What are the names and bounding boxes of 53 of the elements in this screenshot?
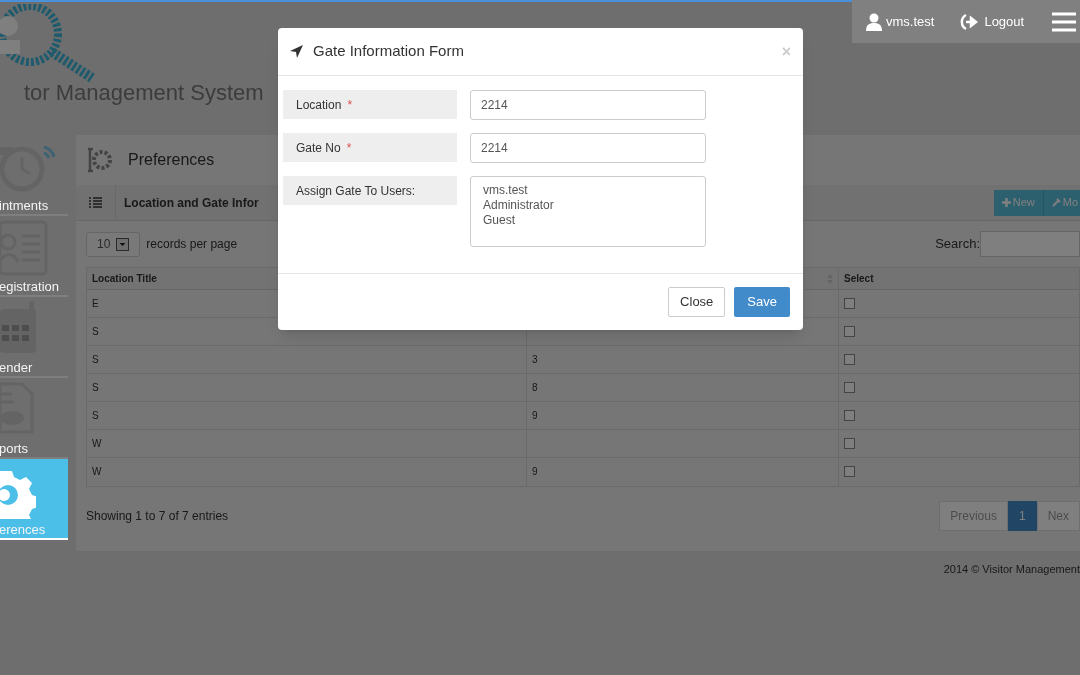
required-mark: * [347,96,353,114]
select-checkbox[interactable] [844,382,855,393]
select-checkbox[interactable] [844,326,855,337]
page-size-select[interactable]: 10 [86,231,141,257]
required-mark: * [346,139,352,157]
field-label-text: Assign Gate To Users: [296,182,416,200]
page-size-label: records per page [146,236,238,253]
users-list-box[interactable]: vms.test Administrator Guest [470,176,706,247]
save-button[interactable]: Save [734,287,790,317]
select-checkbox[interactable] [844,466,855,477]
wrench-icon [1051,198,1061,207]
preferences-icon [86,147,112,173]
sidebar-item[interactable]: intments [0,135,68,216]
select-checkbox[interactable] [844,410,855,421]
list-icon [89,197,102,208]
search-label: Search: [935,235,980,254]
panel-title: Location and Gate Infor [124,194,259,212]
modal-title: Gate Information Form [313,41,464,62]
user-icon [866,12,882,31]
text-field[interactable]: 2214 [470,133,706,163]
column-header[interactable]: Select [839,268,1079,289]
pagination-button[interactable]: 1 [1007,501,1037,531]
plus-icon [1001,198,1011,207]
table-cell: W [87,458,527,486]
select-checkbox[interactable] [844,298,855,309]
logout-button[interactable]: Logout [958,11,1025,32]
page-title: Preferences [128,150,215,170]
table-info: Showing 1 to 7 of 7 entries [86,508,229,525]
field-label-text: Location [296,96,342,114]
table-cell: S [87,402,527,429]
table-cell: W [87,430,527,457]
sidebar-item[interactable]: egistration [0,216,68,297]
table-cell: 8 [527,374,839,401]
logo-icon [0,4,96,84]
caret-icon [116,237,130,251]
list-option[interactable]: Guest [483,213,693,228]
search-field[interactable] [980,231,1080,257]
field-label-text: Gate No [296,139,341,157]
list-option[interactable]: vms.test [483,183,693,198]
list-option[interactable]: Administrator [483,198,693,213]
navigation-arrow-icon [290,45,303,58]
table-cell: S [87,346,527,373]
table-cell: S [87,374,527,401]
table-cell: 9 [527,402,839,429]
user-link[interactable]: vms.test [886,11,935,32]
select-checkbox[interactable] [844,354,855,365]
text-field[interactable]: 2214 [470,90,706,120]
menu-icon[interactable] [1052,11,1076,32]
table-cell: 9 [527,458,839,486]
close-button[interactable]: Close [668,287,726,317]
table-cell: 3 [527,346,839,373]
select-checkbox[interactable] [844,438,855,449]
footer-text: 2014 © Visitor Management [943,562,1080,577]
